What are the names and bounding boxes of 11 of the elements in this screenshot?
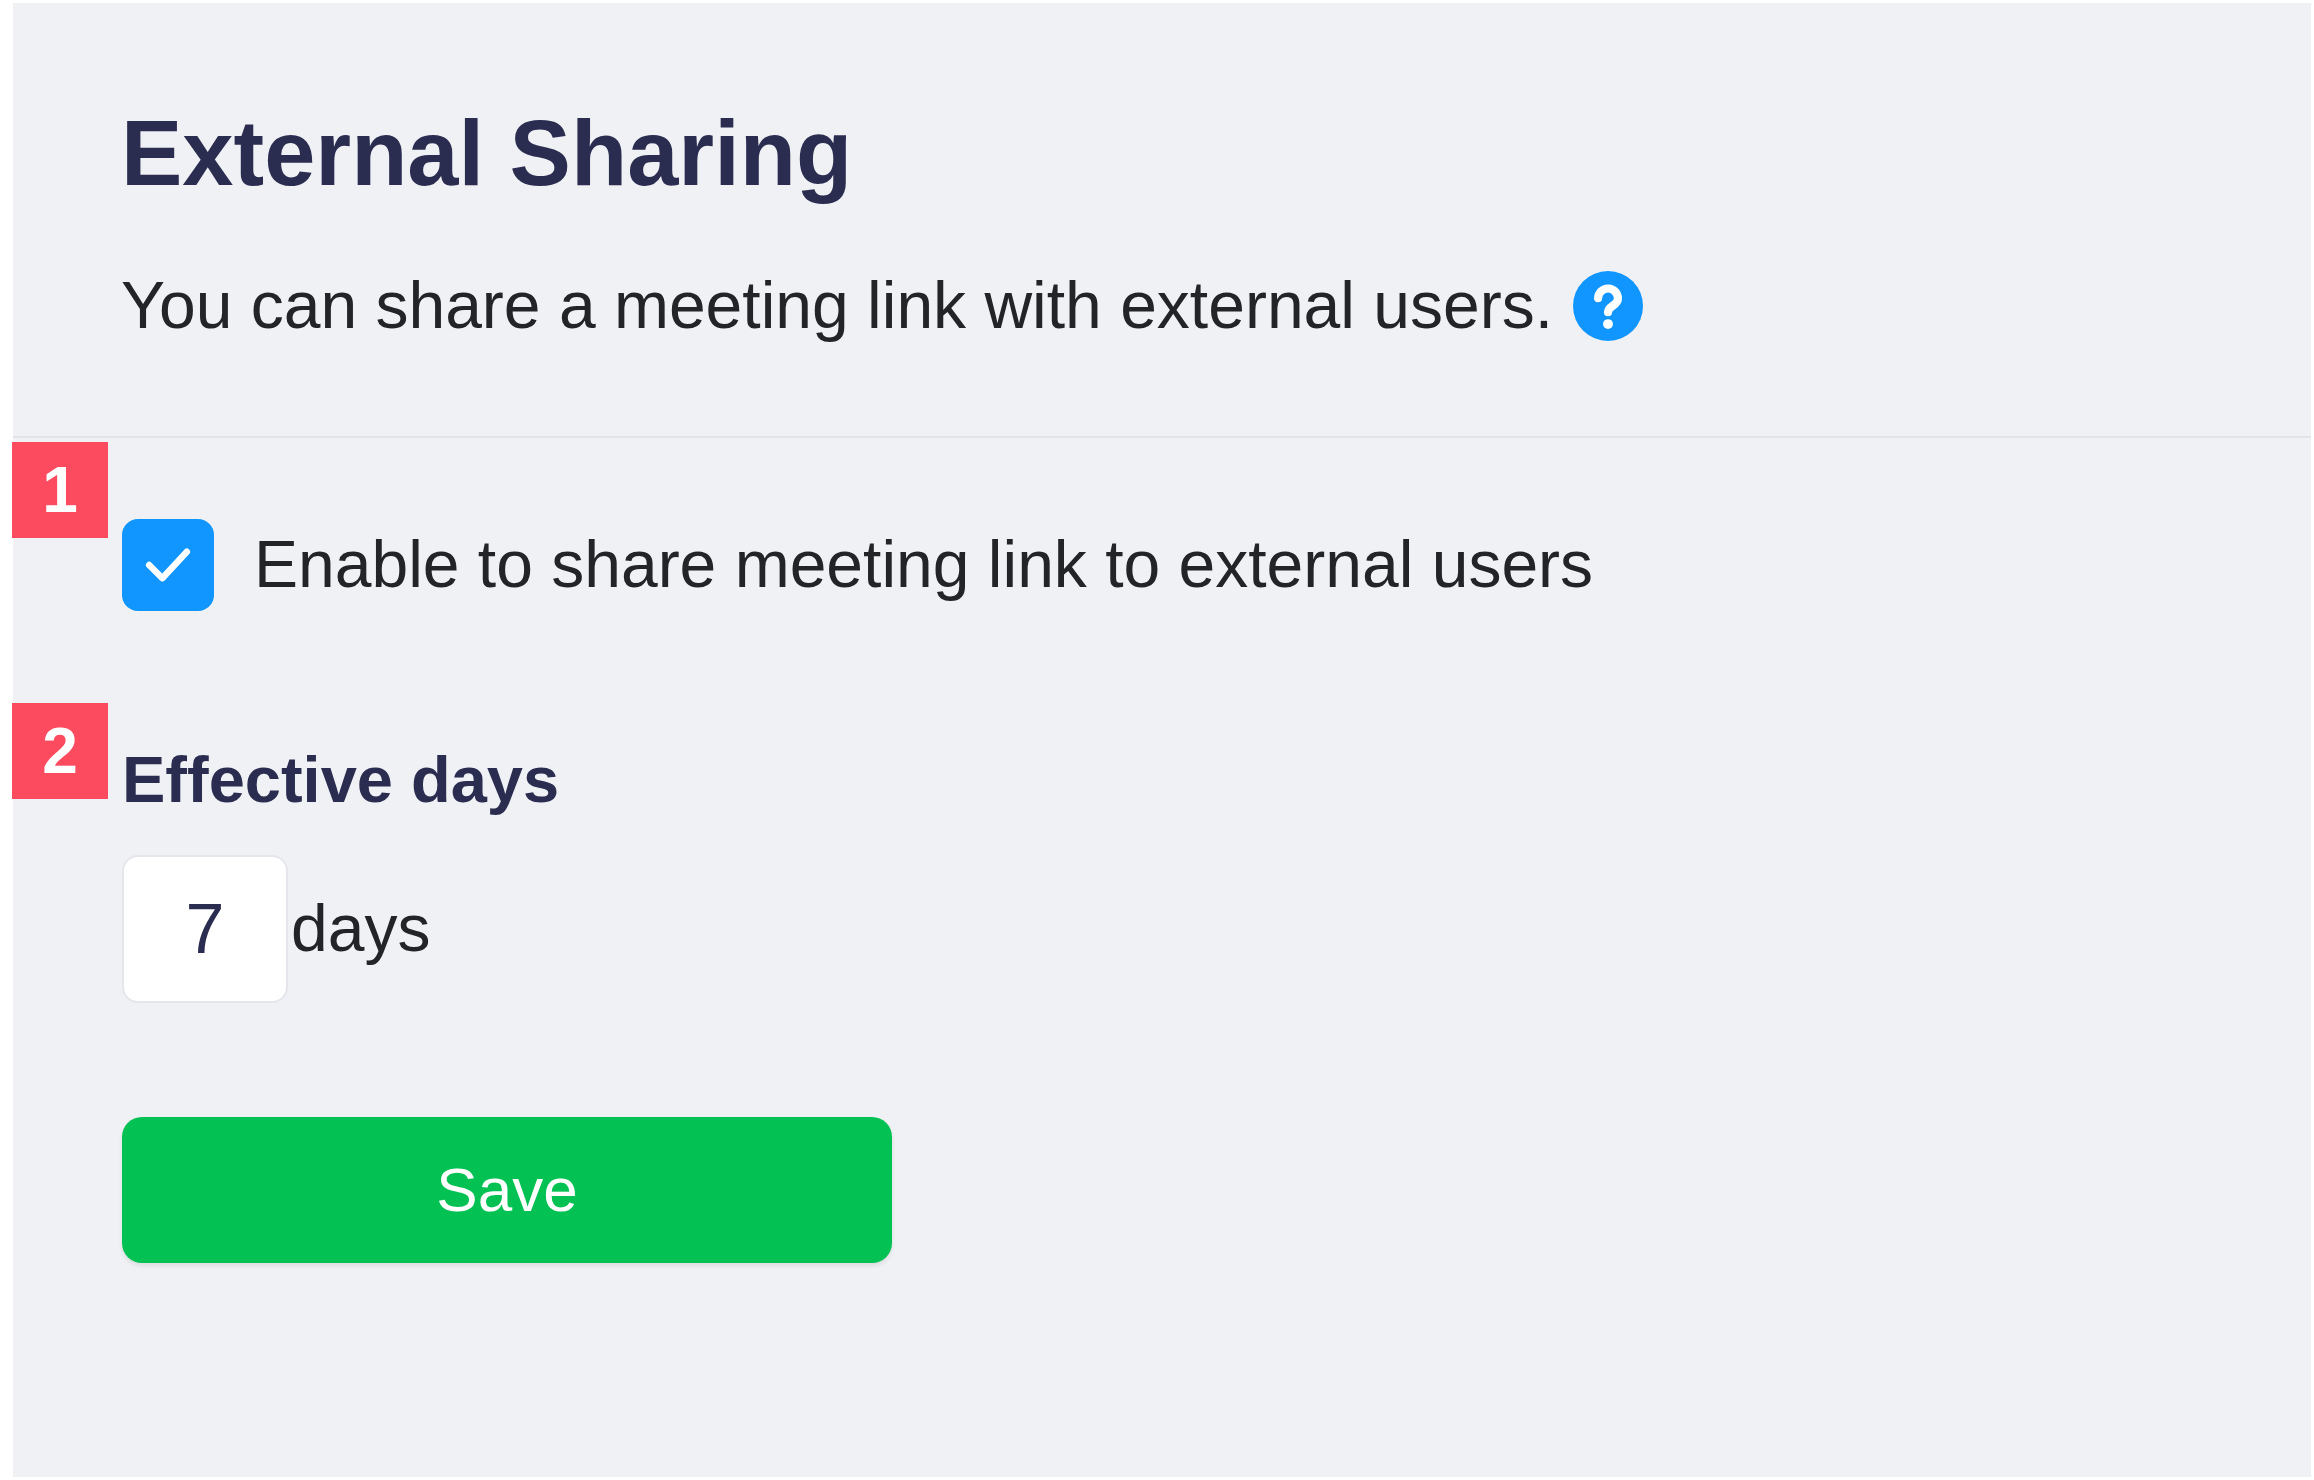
checkbox-label: Enable to share meeting link to external users bbox=[254, 526, 1594, 603]
page-title: External Sharing bbox=[121, 101, 853, 206]
checkbox[interactable] bbox=[122, 518, 214, 611]
step-marker: 2 bbox=[12, 702, 108, 799]
days-input[interactable]: 7 bbox=[122, 854, 288, 1003]
section-heading: Effective days bbox=[122, 741, 560, 818]
help-icon[interactable] bbox=[1573, 271, 1644, 341]
step-marker: 1 bbox=[12, 441, 108, 538]
page-description: You can share a meeting link with external users. bbox=[121, 267, 1554, 345]
unit-label: days bbox=[291, 890, 431, 967]
check-icon bbox=[145, 547, 191, 582]
